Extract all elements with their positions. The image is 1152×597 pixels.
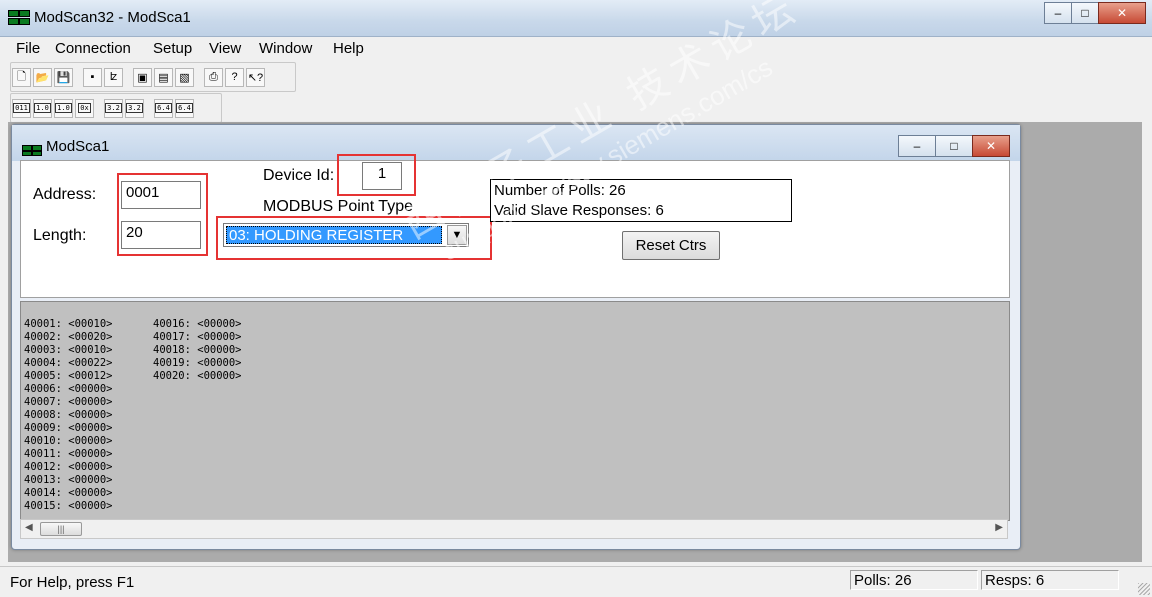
menu-file[interactable]: File <box>16 40 40 57</box>
polls-count-text: Number of Polls: 26 <box>494 182 626 199</box>
register-row: 40004: <00022> <box>24 357 113 369</box>
reset-counters-button[interactable]: Reset Ctrs <box>622 231 720 260</box>
float-format-icon[interactable]: 3.2 <box>104 98 123 118</box>
save-icon[interactable]: 💾 <box>54 67 73 87</box>
register-row: 40003: <00010> <box>24 344 113 356</box>
point-type-label: MODBUS Point Type <box>263 198 413 215</box>
register-row: 40017: <00000> <box>153 331 242 343</box>
decimal-format-icon[interactable]: 1.0 <box>33 98 52 118</box>
register-row: 40012: <00000> <box>24 461 113 473</box>
register-row: 40015: <00000> <box>24 500 113 512</box>
register-column-2: 40016: <00000> 40017: <00000> 40018: <0000… <box>153 318 242 383</box>
menu-bar: File Connection Setup View Window Help <box>0 37 1152 61</box>
child-minimize-button[interactable]: – <box>898 135 936 157</box>
length-label: Length: <box>33 227 87 244</box>
disconnect-icon[interactable]: ʫ <box>104 67 123 87</box>
menu-setup[interactable]: Setup <box>153 40 192 57</box>
scroll-right-icon[interactable]: ▶ <box>995 522 1003 533</box>
register-row: 40009: <00000> <box>24 422 113 434</box>
register-row: 40006: <00000> <box>24 383 113 395</box>
register-row: 40007: <00000> <box>24 396 113 408</box>
hex-format-icon[interactable]: 0x <box>75 98 94 118</box>
chart-icon[interactable]: ▤ <box>154 67 173 87</box>
device-id-label: Device Id: <box>263 167 335 184</box>
float-swapped-icon[interactable]: 3.2 <box>125 98 144 118</box>
status-help-text: For Help, press F1 <box>10 574 135 591</box>
print-icon[interactable]: ⎙ <box>204 67 223 87</box>
status-responses: Resps: 6 <box>981 570 1119 590</box>
maximize-button[interactable]: □ <box>1071 2 1099 24</box>
decimal-unsigned-icon[interactable]: 1.0 <box>54 98 73 118</box>
register-row: 40002: <00020> <box>24 331 113 343</box>
menu-view[interactable]: View <box>209 40 241 57</box>
status-bar: For Help, press F1 Polls: 26 Resps: 6 <box>0 566 1152 597</box>
child-window-title: ModSca1 <box>46 138 110 155</box>
child-maximize-button[interactable]: □ <box>935 135 973 157</box>
menu-help[interactable]: Help <box>333 40 364 57</box>
register-display: 40001: <00010> 40002: <00020> 40003: <0001… <box>20 301 1010 521</box>
register-row: 40010: <00000> <box>24 435 113 447</box>
double-swapped-icon[interactable]: 6.4 <box>175 98 194 118</box>
address-length-highlight <box>117 173 208 256</box>
open-folder-icon[interactable]: 📂 <box>33 67 52 87</box>
register-row: 40005: <00012> <box>24 370 113 382</box>
menu-window[interactable]: Window <box>259 40 312 57</box>
app-title-bar: ModScan32 - ModSca1 – □ ✕ <box>0 0 1152 37</box>
window-cascade-icon[interactable]: ▧ <box>175 67 194 87</box>
scroll-left-icon[interactable]: ◀ <box>25 522 33 533</box>
new-file-icon[interactable]: 🗋 <box>12 67 31 87</box>
double-format-icon[interactable]: 6.4 <box>154 98 173 118</box>
child-close-button[interactable]: ✕ <box>972 135 1010 157</box>
window-title: ModScan32 - ModSca1 <box>34 9 191 26</box>
device-id-highlight <box>337 154 416 196</box>
main-toolbar: 🗋 📂 💾 ▪ ʫ ▣ ▤ ▧ ⎙ ? ↖? <box>10 62 296 92</box>
register-row: 40016: <00000> <box>153 318 242 330</box>
connect-icon[interactable]: ▪ <box>83 67 102 87</box>
binary-format-icon[interactable]: 011 <box>12 98 31 118</box>
point-type-highlight <box>216 216 492 260</box>
status-polls: Polls: 26 <box>850 570 978 590</box>
register-row: 40014: <00000> <box>24 487 113 499</box>
display-options-icon[interactable]: ▣ <box>133 67 152 87</box>
register-row: 40013: <00000> <box>24 474 113 486</box>
child-title-bar: ModSca1 – □ ✕ <box>12 125 1020 161</box>
close-button[interactable]: ✕ <box>1098 2 1146 24</box>
resize-grip-icon[interactable] <box>1138 583 1150 595</box>
horizontal-scrollbar[interactable]: ◀ ||| ▶ <box>20 519 1008 539</box>
address-label: Address: <box>33 186 97 203</box>
format-toolbar: 011 1.0 1.0 0x 3.2 3.2 6.4 6.4 <box>10 93 222 123</box>
modscan-app-icon <box>8 10 30 25</box>
minimize-button[interactable]: – <box>1044 2 1072 24</box>
scroll-thumb[interactable]: ||| <box>40 522 82 536</box>
context-help-icon[interactable]: ↖? <box>246 67 265 87</box>
poll-stats-box: Number of Polls: 26 Valid Slave Response… <box>490 179 792 222</box>
register-row: 40011: <00000> <box>24 448 113 460</box>
register-row: 40019: <00000> <box>153 357 242 369</box>
register-row: 40020: <00000> <box>153 370 242 382</box>
register-column-1: 40001: <00010> 40002: <00020> 40003: <0001… <box>24 318 113 513</box>
menu-connection[interactable]: Connection <box>55 40 131 57</box>
help-icon[interactable]: ? <box>225 67 244 87</box>
register-row: 40018: <00000> <box>153 344 242 356</box>
register-row: 40008: <00000> <box>24 409 113 421</box>
modscan-doc-icon <box>22 145 42 156</box>
valid-responses-text: Valid Slave Responses: 6 <box>494 202 664 219</box>
register-row: 40001: <00010> <box>24 318 113 330</box>
